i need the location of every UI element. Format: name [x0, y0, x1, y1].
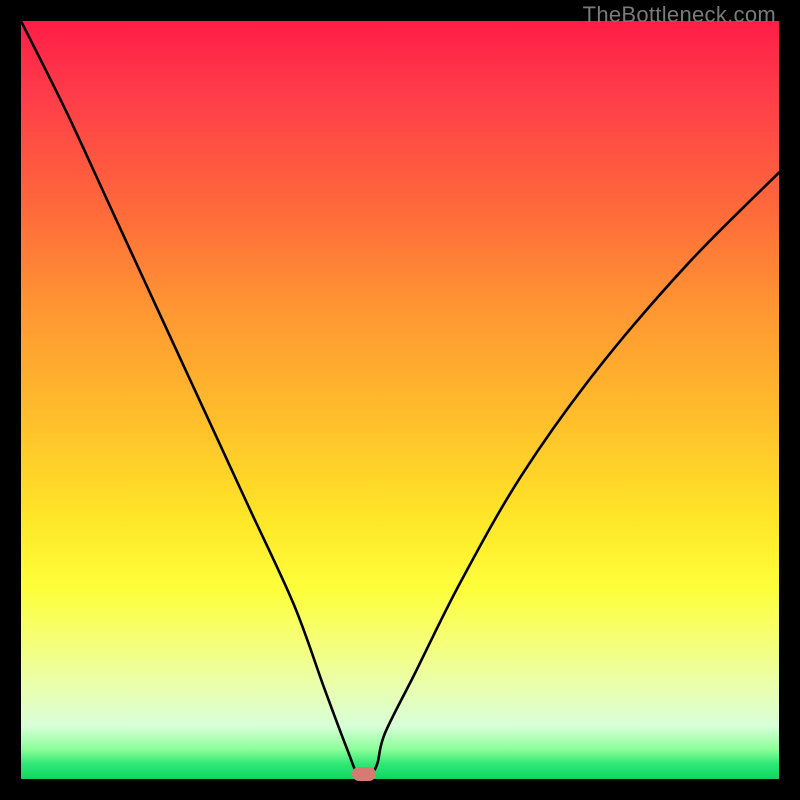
chart-frame: TheBottleneck.com	[0, 0, 800, 800]
attribution-text: TheBottleneck.com	[583, 2, 776, 28]
optimum-marker	[352, 767, 376, 781]
bottleneck-curve	[21, 21, 779, 779]
curve-path	[21, 21, 779, 778]
plot-area	[21, 21, 779, 779]
